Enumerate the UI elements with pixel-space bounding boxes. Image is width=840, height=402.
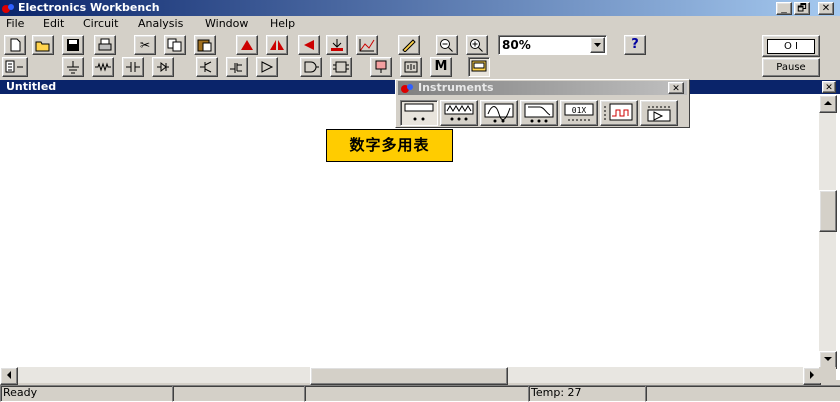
word-generator-icon[interactable]: 01X	[560, 100, 598, 126]
controls-icon[interactable]	[400, 57, 422, 77]
menu-file[interactable]: File	[6, 17, 24, 31]
flip-vertical-icon[interactable]	[298, 35, 320, 55]
document-title: Untitled	[6, 80, 57, 93]
miscellaneous-button[interactable]: M	[430, 57, 452, 77]
zoom-value: 80%	[502, 38, 531, 52]
resistor-icon[interactable]	[92, 57, 114, 77]
app-icon	[2, 2, 15, 14]
horizontal-scroll-thumb[interactable]	[310, 367, 508, 385]
menu-help[interactable]: Help	[270, 17, 295, 31]
window-title: Electronics Workbench	[18, 1, 160, 14]
document-close-button[interactable]: ✕	[822, 81, 836, 93]
open-folder-icon[interactable]	[32, 35, 54, 55]
chevron-down-icon[interactable]	[590, 37, 605, 53]
capacitor-icon[interactable]	[122, 57, 144, 77]
status-pane-3	[304, 385, 530, 402]
instruments-title: Instruments	[418, 81, 494, 94]
vertical-scrollbar[interactable]	[819, 95, 837, 369]
status-temperature: Temp: 27	[528, 385, 647, 402]
menu-circuit[interactable]: Circuit	[83, 17, 118, 31]
close-button[interactable]: ✕	[818, 2, 834, 15]
ground-icon[interactable]	[62, 57, 84, 77]
instruments-icon[interactable]	[468, 57, 490, 77]
diode-icon[interactable]	[152, 57, 174, 77]
horizontal-scrollbar[interactable]	[0, 367, 821, 385]
fet-icon[interactable]	[226, 57, 248, 77]
logic-analyzer-icon[interactable]	[600, 100, 638, 126]
instruments-palette: Instruments ✕ 01X	[395, 79, 690, 128]
create-subcircuit-icon[interactable]	[356, 35, 378, 55]
title-bar: Electronics Workbench _ 🗗 ✕	[0, 0, 840, 16]
scroll-up-icon[interactable]	[819, 95, 837, 113]
parts-toolbar: M Pause	[0, 57, 840, 77]
instruments-app-icon	[400, 82, 414, 94]
maximize-button[interactable]: 🗗	[794, 2, 810, 15]
logic-converter-icon[interactable]	[640, 100, 678, 126]
main-toolbar: ✂ 80% ? O I	[0, 35, 840, 57]
cut-icon[interactable]: ✂	[134, 35, 156, 55]
digital-ic-icon[interactable]	[330, 57, 352, 77]
menu-edit[interactable]: Edit	[43, 17, 64, 31]
zoom-out-icon[interactable]	[436, 35, 458, 55]
transistor-icon[interactable]	[196, 57, 218, 77]
status-ready: Ready	[0, 385, 174, 402]
status-pane-5	[645, 385, 840, 402]
bode-plotter-icon[interactable]	[520, 100, 558, 126]
multimeter-tooltip: 数字多用表	[326, 129, 453, 162]
multimeter-icon[interactable]	[400, 100, 438, 126]
zoom-select[interactable]: 80%	[498, 35, 607, 55]
component-properties-icon[interactable]	[326, 35, 348, 55]
function-generator-icon[interactable]	[440, 100, 478, 126]
analog-ic-icon[interactable]	[256, 57, 278, 77]
zoom-in-icon[interactable]	[466, 35, 488, 55]
svg-text:01X: 01X	[572, 106, 587, 115]
graph-icon[interactable]	[398, 35, 420, 55]
power-switch-label: O I	[767, 39, 815, 54]
instruments-close-button[interactable]: ✕	[668, 82, 684, 94]
menu-window[interactable]: Window	[205, 17, 248, 31]
pause-button[interactable]: Pause	[762, 58, 820, 77]
vertical-scroll-thumb[interactable]	[819, 190, 837, 232]
size-grip	[819, 367, 836, 383]
power-switch[interactable]: O I	[762, 35, 820, 57]
flip-horizontal-icon[interactable]	[266, 35, 288, 55]
gate-icon[interactable]	[300, 57, 322, 77]
menu-analysis[interactable]: Analysis	[138, 17, 183, 31]
save-icon[interactable]	[62, 35, 84, 55]
menu-bar: File Edit Circuit Analysis Window Help	[0, 16, 840, 33]
minimize-button[interactable]: _	[776, 2, 792, 15]
print-icon[interactable]	[94, 35, 116, 55]
help-button[interactable]: ?	[624, 35, 646, 55]
copy-icon[interactable]	[164, 35, 186, 55]
indicator-icon[interactable]	[370, 57, 392, 77]
oscilloscope-icon[interactable]	[480, 100, 518, 126]
scroll-left-icon[interactable]	[0, 367, 18, 385]
instruments-title-bar[interactable]: Instruments ✕	[398, 81, 687, 95]
status-pane-2	[172, 385, 306, 402]
new-file-icon[interactable]	[4, 35, 26, 55]
paste-icon[interactable]	[194, 35, 216, 55]
parts-bin-icon[interactable]	[2, 57, 28, 77]
rotate-icon[interactable]	[236, 35, 258, 55]
